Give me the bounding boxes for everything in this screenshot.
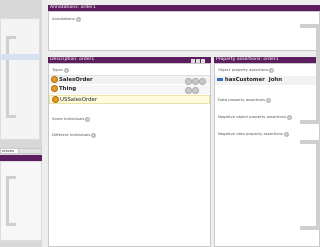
types-label: Types + xyxy=(52,67,69,73)
add-different-individual-icon[interactable]: + xyxy=(91,132,97,138)
negative-object-property-assertions-label: Negative object property assertions + xyxy=(218,114,293,120)
description-panel: Types + SalesOrder Thing USSalesOrder Sam… xyxy=(48,63,211,247)
object-property-assertions-label: Object property assertions + xyxy=(218,67,275,73)
type-row-ussalesorder[interactable]: USSalesOrder xyxy=(49,95,210,104)
class-icon xyxy=(51,76,58,83)
type-row-thing[interactable]: Thing xyxy=(49,85,210,94)
data-property-assertions-label: Data property assertions + xyxy=(218,97,272,103)
annotations-label: Annotations + xyxy=(52,16,81,22)
different-individuals-label: Different Individuals + xyxy=(52,132,97,138)
add-negative-object-property-assertion-icon[interactable]: + xyxy=(287,114,293,120)
add-same-individual-icon[interactable]: + xyxy=(85,116,91,122)
right-bracket-top xyxy=(300,24,320,124)
description-title: Description: order1 xyxy=(50,57,95,62)
assertion-value: John xyxy=(268,77,283,83)
add-negative-data-property-assertion-icon[interactable]: + xyxy=(283,131,289,137)
negative-data-property-assertions-label: Negative data property assertions + xyxy=(218,131,289,137)
type-row-salesorder[interactable]: SalesOrder xyxy=(49,75,210,85)
class-icon xyxy=(51,85,58,92)
object-property-icon xyxy=(217,78,223,81)
delete-icon[interactable] xyxy=(192,78,199,85)
edit-icon[interactable] xyxy=(199,78,206,85)
property-assertions-title: Property assertions: order1 xyxy=(216,57,279,62)
explain-icon[interactable] xyxy=(185,87,192,94)
add-annotation-icon[interactable]: + xyxy=(75,16,81,22)
left-bracket-bottom xyxy=(6,176,16,226)
annotations-panel: Annotations + xyxy=(48,11,320,51)
delete-icon[interactable] xyxy=(192,87,199,94)
explain-icon[interactable] xyxy=(185,78,192,85)
add-type-icon[interactable]: + xyxy=(63,67,69,73)
right-bracket-bottom xyxy=(300,140,320,230)
left-bracket-top xyxy=(6,36,16,118)
annotations-title: Annotations: order1 xyxy=(50,5,96,10)
assertion-property: hasCustomer xyxy=(224,77,265,83)
class-icon xyxy=(52,96,59,103)
left-lower-tab[interactable]: rences xyxy=(0,148,19,154)
add-object-property-assertion-icon[interactable]: + xyxy=(269,67,275,73)
same-individuals-label: Same Individuals + xyxy=(52,116,91,122)
left-selected-strip xyxy=(0,54,40,60)
add-data-property-assertion-icon[interactable]: + xyxy=(266,97,272,103)
description-header-icons[interactable] xyxy=(191,58,209,63)
